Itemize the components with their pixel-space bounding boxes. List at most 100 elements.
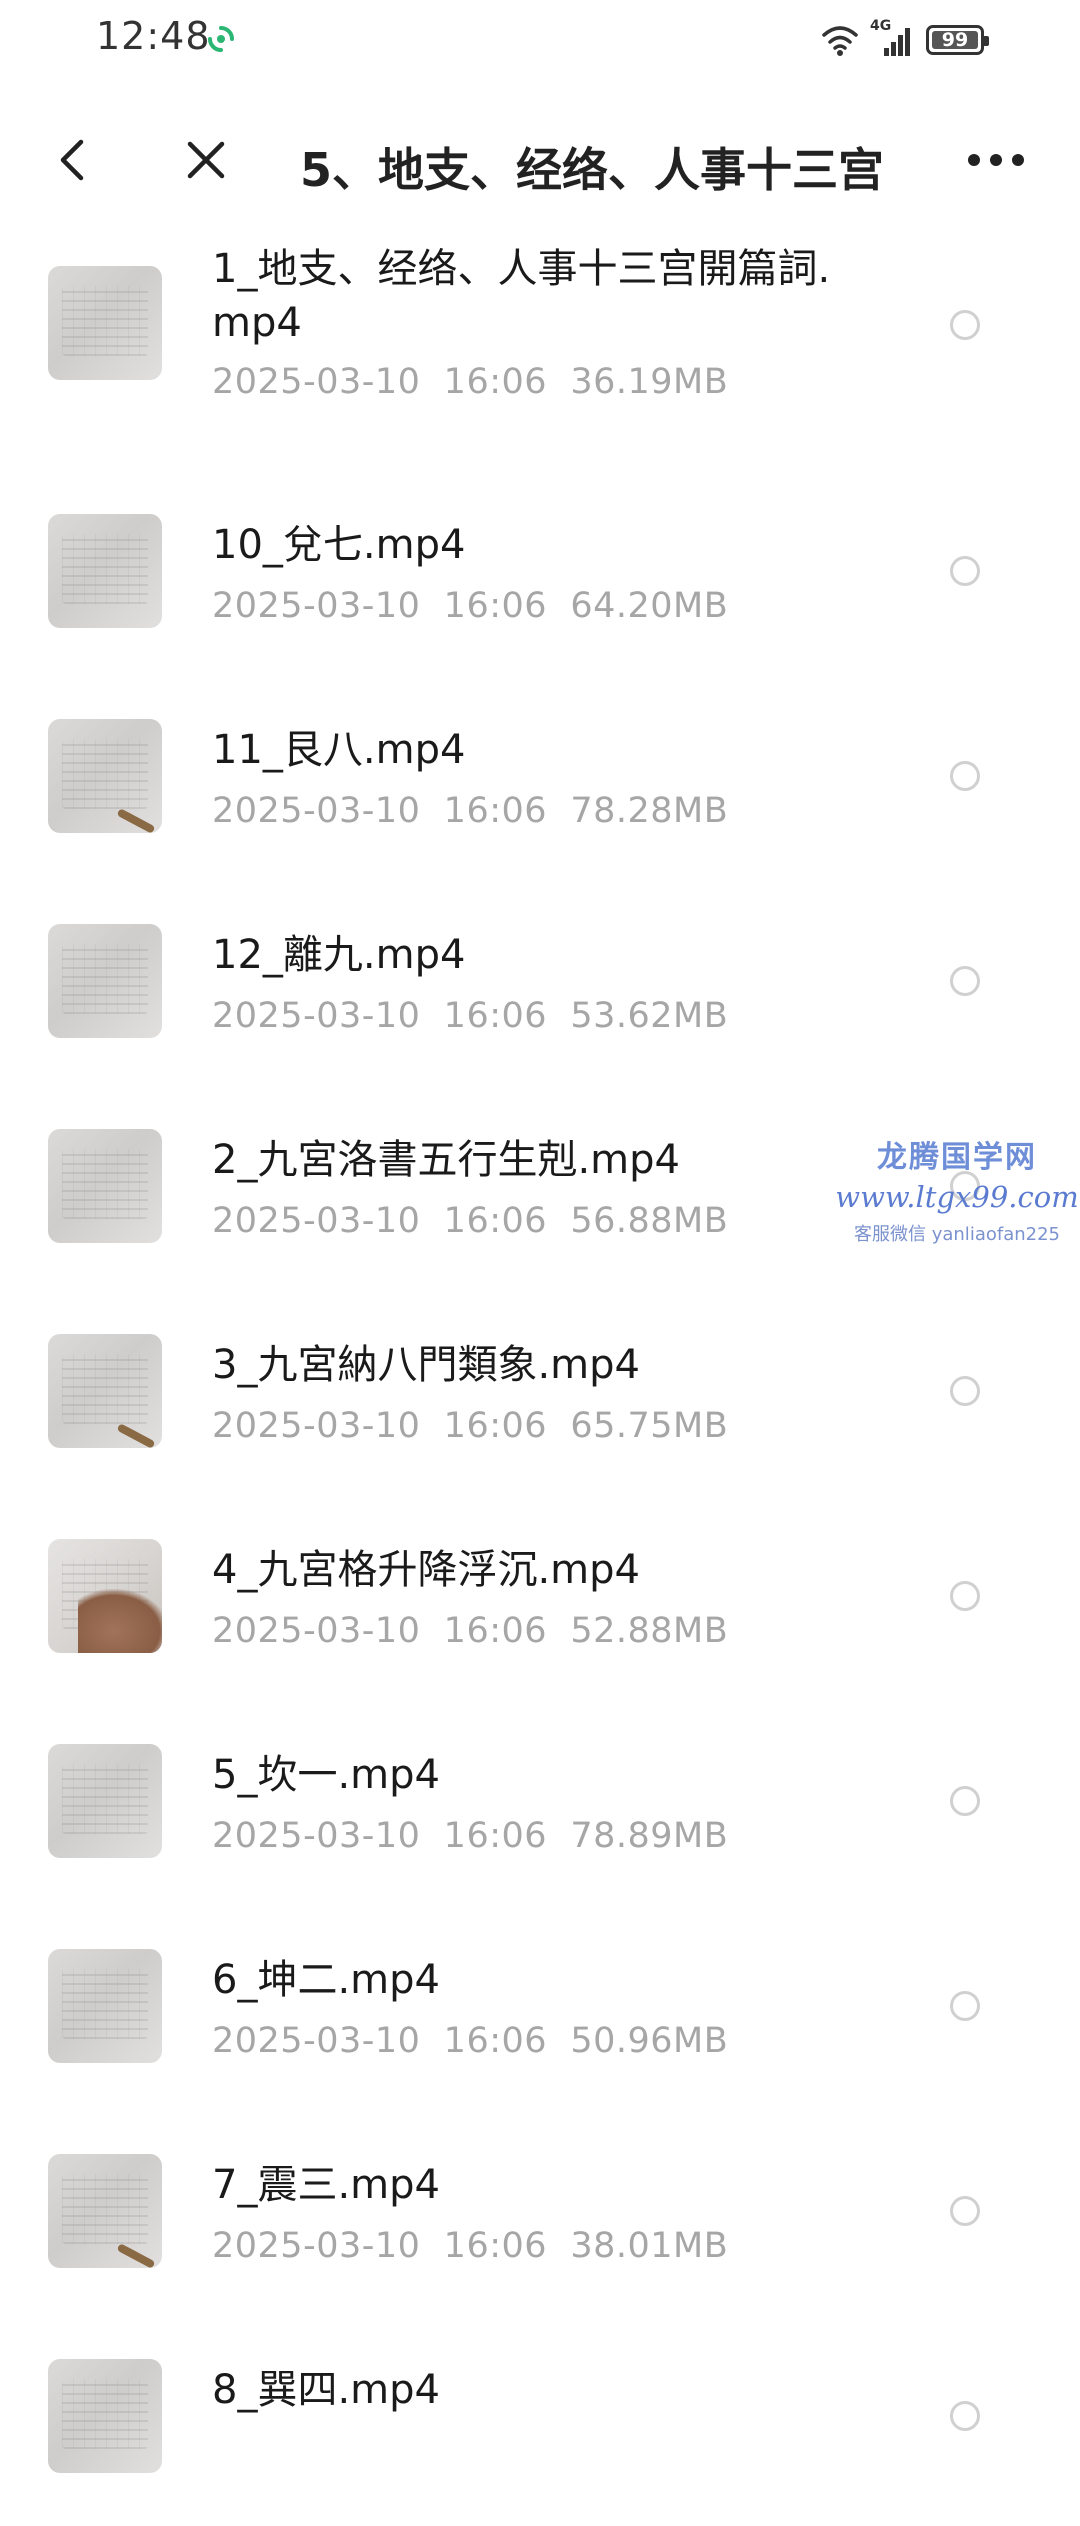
status-icons: 4G 99	[820, 18, 989, 62]
battery-cap	[984, 36, 989, 46]
battery-icon: 99	[926, 25, 989, 55]
file-time: 16:06	[443, 1406, 548, 1446]
file-date: 2025-03-10	[212, 996, 421, 1036]
file-row[interactable]: 8_巽四.mp4	[0, 2321, 1080, 2526]
file-size: 56.88MB	[570, 1201, 729, 1241]
file-time: 16:06	[443, 791, 548, 831]
file-row[interactable]: 12_離九.mp4 2025-03-10 16:06 53.62MB	[0, 886, 1080, 1091]
file-name: 2_九宮洛書五行生剋.mp4	[212, 1137, 680, 1183]
file-meta: 2025-03-10 16:06 50.96MB	[212, 2021, 728, 2061]
file-time: 16:06	[443, 362, 548, 402]
video-thumbnail	[48, 1949, 162, 2063]
page-title: 5、地支、经络、人事十三宫	[300, 143, 885, 197]
file-size: 36.19MB	[570, 362, 729, 402]
select-radio[interactable]	[950, 556, 980, 586]
file-row[interactable]: 4_九宮格升降浮沉.mp4 2025-03-10 16:06 52.88MB	[0, 1501, 1080, 1706]
file-meta: 2025-03-10 16:06 78.89MB	[212, 1816, 728, 1856]
file-name: 3_九宮納八門類象.mp4	[212, 1342, 640, 1388]
select-radio[interactable]	[950, 2196, 980, 2226]
file-row[interactable]: 3_九宮納八門類象.mp4 2025-03-10 16:06 65.75MB	[0, 1296, 1080, 1501]
file-meta: 2025-03-10 16:06 52.88MB	[212, 1611, 728, 1651]
file-date: 2025-03-10	[212, 586, 421, 626]
video-thumbnail	[48, 1744, 162, 1858]
file-row[interactable]: 7_震三.mp4 2025-03-10 16:06 38.01MB	[0, 2116, 1080, 2321]
file-size: 53.62MB	[570, 996, 729, 1036]
video-thumbnail	[48, 924, 162, 1038]
file-size: 78.89MB	[570, 1816, 729, 1856]
file-date: 2025-03-10	[212, 1816, 421, 1856]
header-bar: 5、地支、经络、人事十三宫	[0, 110, 1080, 210]
video-thumbnail	[48, 2154, 162, 2268]
file-meta: 2025-03-10 16:06 64.20MB	[212, 586, 728, 626]
file-meta: 2025-03-10 16:06 38.01MB	[212, 2226, 728, 2266]
file-time: 16:06	[443, 996, 548, 1036]
file-name: 5_坎一.mp4	[212, 1752, 440, 1798]
file-name: 7_震三.mp4	[212, 2162, 440, 2208]
file-size: 64.20MB	[570, 586, 729, 626]
file-date: 2025-03-10	[212, 2021, 421, 2061]
close-icon	[187, 141, 225, 179]
file-row[interactable]: 2_九宮洛書五行生剋.mp4 2025-03-10 16:06 56.88MB	[0, 1091, 1080, 1296]
video-thumbnail	[48, 514, 162, 628]
select-radio[interactable]	[950, 310, 980, 340]
file-size: 52.88MB	[570, 1611, 729, 1651]
select-radio[interactable]	[950, 761, 980, 791]
file-row[interactable]: 10_兌七.mp4 2025-03-10 16:06 64.20MB	[0, 476, 1080, 681]
select-radio[interactable]	[950, 1581, 980, 1611]
file-name: 11_艮八.mp4	[212, 727, 466, 773]
file-date: 2025-03-10	[212, 1611, 421, 1651]
file-name: 12_離九.mp4	[212, 932, 466, 978]
select-radio[interactable]	[950, 2401, 980, 2431]
video-thumbnail	[48, 719, 162, 833]
file-date: 2025-03-10	[212, 1406, 421, 1446]
more-horizontal-icon	[968, 154, 1024, 166]
close-button[interactable]	[178, 132, 234, 188]
file-meta: 2025-03-10 16:06 36.19MB	[212, 362, 728, 402]
file-row[interactable]: 5_坎一.mp4 2025-03-10 16:06 78.89MB	[0, 1706, 1080, 1911]
file-time: 16:06	[443, 2021, 548, 2061]
file-size: 50.96MB	[570, 2021, 729, 2061]
sync-icon	[208, 26, 234, 52]
file-time: 16:06	[443, 1816, 548, 1856]
video-thumbnail	[48, 2359, 162, 2473]
file-size: 38.01MB	[570, 2226, 729, 2266]
file-date: 2025-03-10	[212, 2226, 421, 2266]
file-name: 6_坤二.mp4	[212, 1957, 440, 2003]
video-thumbnail	[48, 1539, 162, 1653]
status-time: 12:48	[96, 14, 211, 58]
file-size: 65.75MB	[570, 1406, 729, 1446]
battery-level: 99	[941, 29, 969, 51]
file-row[interactable]: 6_坤二.mp4 2025-03-10 16:06 50.96MB	[0, 1911, 1080, 2116]
file-meta: 2025-03-10 16:06 65.75MB	[212, 1406, 728, 1446]
file-name: 4_九宮格升降浮沉.mp4	[212, 1547, 640, 1593]
video-thumbnail	[48, 266, 162, 380]
file-list: 1_地支、经络、人事十三宫開篇詞.mp4 2025-03-10 16:06 36.…	[0, 228, 1080, 2526]
chevron-left-icon	[60, 139, 84, 181]
file-name: 1_地支、经络、人事十三宫開篇詞.mp4	[212, 246, 831, 346]
select-radio[interactable]	[950, 1786, 980, 1816]
select-radio[interactable]	[950, 1991, 980, 2021]
file-name: 10_兌七.mp4	[212, 522, 466, 568]
more-options-button[interactable]	[956, 132, 1036, 188]
file-row[interactable]: 1_地支、经络、人事十三宫開篇詞.mp4 2025-03-10 16:06 36.…	[0, 228, 1080, 476]
file-date: 2025-03-10	[212, 362, 421, 402]
status-bar: 12:48 4G 99	[0, 0, 1080, 80]
file-meta: 2025-03-10 16:06 53.62MB	[212, 996, 728, 1036]
file-meta: 2025-03-10 16:06 56.88MB	[212, 1201, 728, 1241]
file-size: 78.28MB	[570, 791, 729, 831]
file-time: 16:06	[443, 1201, 548, 1241]
select-radio[interactable]	[950, 966, 980, 996]
select-radio[interactable]	[950, 1171, 980, 1201]
file-time: 16:06	[443, 2226, 548, 2266]
file-date: 2025-03-10	[212, 791, 421, 831]
wifi-icon	[822, 26, 858, 56]
back-button[interactable]	[44, 132, 100, 188]
video-thumbnail	[48, 1129, 162, 1243]
file-name: 8_巽四.mp4	[212, 2367, 440, 2413]
file-time: 16:06	[443, 586, 548, 626]
cellular-signal-icon: 4G	[870, 18, 916, 58]
select-radio[interactable]	[950, 1376, 980, 1406]
file-time: 16:06	[443, 1611, 548, 1651]
file-date: 2025-03-10	[212, 1201, 421, 1241]
file-row[interactable]: 11_艮八.mp4 2025-03-10 16:06 78.28MB	[0, 681, 1080, 886]
